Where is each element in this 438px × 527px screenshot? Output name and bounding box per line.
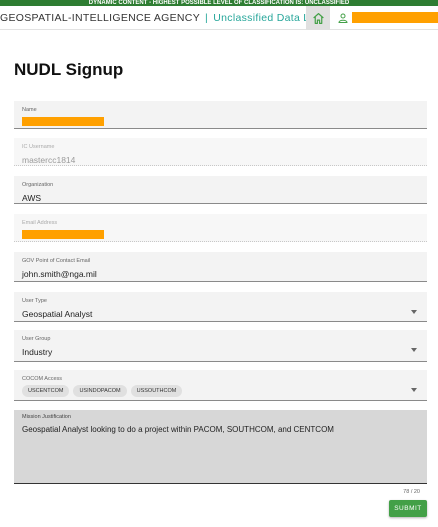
- title-separator: |: [205, 12, 209, 24]
- chevron-down-icon[interactable]: [411, 348, 417, 352]
- cocom-access-label: COCOM Access: [22, 376, 63, 382]
- ic-username-label: IC Username: [22, 144, 55, 150]
- agency-name: GEOSPATIAL-INTELLIGENCE AGENCY: [0, 12, 200, 24]
- mission-justification-field[interactable]: Mission Justification Geospatial Analyst…: [14, 410, 427, 484]
- mission-justification-label: Mission Justification: [22, 414, 71, 420]
- chip-ussouthcom[interactable]: USSOUTHCOM: [130, 385, 183, 397]
- user-type-select[interactable]: User Type Geospatial Analyst: [14, 292, 427, 322]
- cocom-chip-list: USCENTCOM USINDOPACOM USSOUTHCOM: [22, 385, 183, 397]
- email-label: Email Address: [22, 220, 58, 226]
- cocom-access-select[interactable]: COCOM Access USCENTCOM USINDOPACOM USSOU…: [14, 370, 427, 401]
- gov-poc-email-field[interactable]: GOV Point of Contact Email john.smith@ng…: [14, 252, 427, 282]
- user-type-label: User Type: [22, 298, 47, 304]
- email-field: Email Address: [14, 214, 427, 242]
- user-type-value: Geospatial Analyst: [22, 309, 93, 319]
- organization-field[interactable]: Organization AWS: [14, 176, 427, 204]
- ic-username-field: IC Username mastercc1814: [14, 138, 427, 166]
- organization-value: AWS: [22, 193, 42, 203]
- gov-poc-email-value: john.smith@nga.mil: [22, 269, 97, 279]
- top-bar: GEOSPATIAL-INTELLIGENCE AGENCY | Unclass…: [0, 6, 438, 30]
- user-group-label: User Group: [22, 336, 51, 342]
- page-title: NUDL Signup: [14, 60, 124, 79]
- redacted-name-value: [22, 117, 104, 126]
- organization-label: Organization: [22, 182, 54, 188]
- app-title: GEOSPATIAL-INTELLIGENCE AGENCY | Unclass…: [0, 12, 327, 24]
- home-icon: [312, 12, 324, 24]
- chip-usindopacom[interactable]: USINDOPACOM: [73, 385, 127, 397]
- mission-justification-value: Geospatial Analyst looking to do a proje…: [22, 425, 334, 434]
- name-field[interactable]: Name: [14, 101, 427, 129]
- chip-uscentcom[interactable]: USCENTCOM: [22, 385, 70, 397]
- name-label: Name: [22, 107, 37, 113]
- redacted-email-value: [22, 230, 104, 239]
- redacted-username: [352, 12, 438, 23]
- submit-button[interactable]: SUBMIT: [389, 500, 427, 517]
- gov-poc-email-label: GOV Point of Contact Email: [22, 258, 91, 264]
- character-counter: 78 / 20: [403, 489, 420, 495]
- chevron-down-icon[interactable]: [411, 310, 417, 314]
- home-button[interactable]: [306, 6, 330, 30]
- chevron-down-icon[interactable]: [411, 388, 417, 392]
- user-group-value: Industry: [22, 347, 53, 357]
- user-icon[interactable]: [337, 11, 349, 25]
- user-group-select[interactable]: User Group Industry: [14, 330, 427, 362]
- ic-username-value: mastercc1814: [22, 155, 76, 165]
